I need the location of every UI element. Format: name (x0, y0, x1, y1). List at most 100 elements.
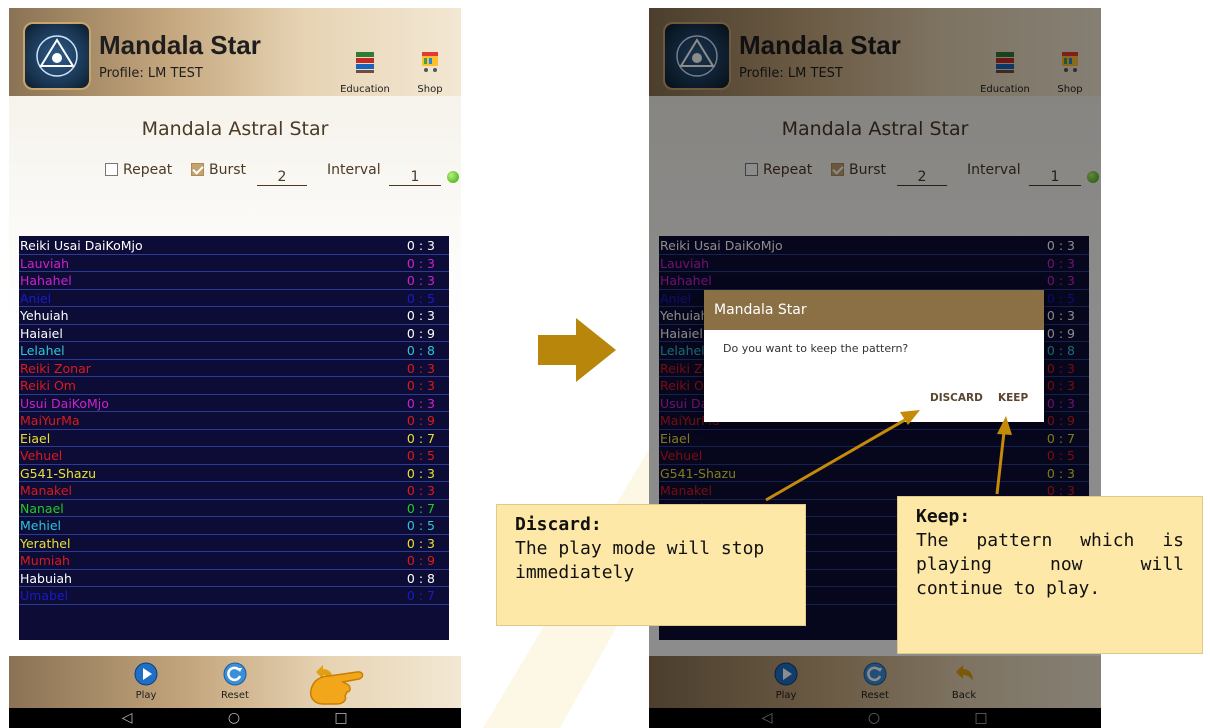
entry-value: 0 : 3 (1046, 378, 1075, 393)
interval-field[interactable]: 1 (1029, 162, 1081, 186)
education-label: Education (340, 84, 390, 95)
play-button[interactable]: Play (121, 660, 171, 706)
entry-name: Reiki Usai DaiKoMjo (660, 238, 783, 253)
shop-label: Shop (417, 84, 443, 95)
interval-label: Interval (967, 162, 1021, 178)
entry-name: Aniel (660, 290, 692, 306)
reset-button[interactable]: Reset (850, 660, 900, 706)
entry-value: 0 : 5 (406, 290, 435, 306)
entry-name: Manakel (20, 483, 72, 498)
entry-value: 0 : 5 (1046, 448, 1075, 463)
entry-name: Nanael (20, 500, 64, 516)
keep-button[interactable]: KEEP (998, 392, 1028, 404)
list-item: Umabel 0 : 7 (19, 587, 449, 605)
discard-callout: Discard: The play mode will stop immedia… (496, 504, 806, 626)
entry-value: 0 : 8 (406, 343, 435, 358)
entry-value: 0 : 9 (1046, 413, 1075, 428)
list-item: Yehuiah 0 : 3 (19, 307, 449, 325)
entry-name: Mehiel (20, 518, 62, 533)
entry-name: Habuiah (20, 570, 72, 586)
play-icon (134, 662, 158, 686)
colon: : (959, 506, 971, 527)
interval-field[interactable]: 1 (389, 162, 441, 186)
burst-checkbox[interactable]: Burst (831, 162, 886, 178)
entry-name: Manakel (660, 483, 712, 498)
back-button[interactable]: Back (939, 660, 989, 706)
list-item: G541-Shazu 0 : 3 (19, 465, 449, 482)
entry-name: Usui DaiKoMjo (20, 395, 109, 411)
keep-pattern-dialog: Mandala Star Do you want to keep the pat… (704, 290, 1044, 422)
discard-callout-body: The play mode will stop immediately (515, 538, 765, 583)
entry-name: Lauviah (660, 255, 709, 271)
entry-value: 0 : 3 (1046, 308, 1075, 323)
entry-name: Haiaiel (20, 325, 63, 341)
entry-value: 0 : 3 (406, 255, 435, 271)
entry-name: G541-Shazu (20, 465, 97, 481)
entry-name: Reiki Om (20, 378, 76, 393)
list-item: Eiael 0 : 7 (19, 430, 449, 447)
burst-count-field[interactable]: 2 (257, 162, 307, 186)
reset-label: Reset (221, 690, 249, 701)
nav-back-icon[interactable]: ◁ (752, 709, 782, 727)
entry-value: 0 : 9 (406, 413, 435, 428)
play-icon (774, 662, 798, 686)
entry-name: MaiYurMa (20, 413, 80, 428)
entry-value: 0 : 5 (1046, 290, 1075, 306)
list-item: Habuiah 0 : 8 (19, 570, 449, 587)
reset-button[interactable]: Reset (210, 660, 260, 706)
nav-back-icon[interactable]: ◁ (112, 709, 142, 727)
checkbox-icon (105, 163, 118, 176)
education-button[interactable]: Education (340, 46, 390, 96)
android-nav-bar: ◁ ○ □ (649, 708, 1101, 728)
entry-value: 0 : 3 (406, 395, 435, 411)
reset-icon (863, 662, 887, 686)
repeat-checkbox[interactable]: Repeat (105, 162, 172, 178)
shop-button[interactable]: Shop (405, 46, 455, 96)
list-item: Manakel 0 : 3 (19, 482, 449, 500)
status-indicator-icon (1087, 171, 1099, 183)
entry-value: 0 : 3 (406, 483, 435, 498)
burst-count-field[interactable]: 2 (897, 162, 947, 186)
screen-title: Mandala Astral Star (781, 118, 969, 140)
entry-value: 0 : 8 (1046, 343, 1075, 358)
nav-home-icon[interactable]: ○ (219, 709, 249, 727)
entry-value: 0 : 3 (1046, 465, 1075, 481)
list-item: Reiki Zonar 0 : 3 (19, 360, 449, 377)
list-item: Lauviah 0 : 3 (19, 255, 449, 272)
entry-name: Reiki Usai DaiKoMjo (20, 238, 143, 253)
nav-recents-icon[interactable]: □ (326, 709, 356, 727)
entry-name: Mumiah (20, 553, 70, 568)
app-title: Mandala Star (99, 30, 261, 60)
entry-value: 0 : 3 (406, 535, 435, 551)
entry-name: Hahahel (20, 273, 72, 288)
burst-checkbox[interactable]: Burst (191, 162, 246, 178)
profile-label: Profile: LM TEST (99, 66, 203, 81)
checkbox-checked-icon (191, 163, 204, 176)
entry-value: 0 : 7 (1046, 430, 1075, 446)
list-item: Lelahel 0 : 8 (19, 342, 449, 360)
play-button[interactable]: Play (761, 660, 811, 706)
shop-button[interactable]: Shop (1045, 46, 1095, 96)
list-item: Aniel 0 : 5 (19, 290, 449, 307)
entry-value: 0 : 7 (406, 588, 435, 603)
list-item: Eiael 0 : 7 (659, 430, 1089, 447)
list-item: Usui DaiKoMjo 0 : 3 (19, 395, 449, 412)
screen-body: Mandala Astral Star Repeat Burst 2 Inter… (9, 96, 461, 656)
entry-value: 0 : 7 (406, 430, 435, 446)
entry-name: Vehuel (20, 448, 63, 463)
repeat-checkbox[interactable]: Repeat (745, 162, 812, 178)
checkbox-icon (745, 163, 758, 176)
books-icon (996, 52, 1014, 73)
checkbox-checked-icon (831, 163, 844, 176)
nav-recents-icon[interactable]: □ (966, 709, 996, 727)
discard-button[interactable]: DISCARD (930, 392, 983, 404)
list-item: Haiaiel 0 : 9 (19, 325, 449, 342)
entry-name: Umabel (20, 588, 69, 603)
shop-label: Shop (1057, 84, 1083, 95)
nav-home-icon[interactable]: ○ (859, 709, 889, 727)
education-button[interactable]: Education (980, 46, 1030, 96)
back-label: Back (951, 690, 977, 701)
android-nav-bar: ◁ ○ □ (9, 708, 461, 728)
entry-value: 0 : 3 (406, 360, 435, 376)
discard-callout-title: Discard (515, 514, 591, 535)
